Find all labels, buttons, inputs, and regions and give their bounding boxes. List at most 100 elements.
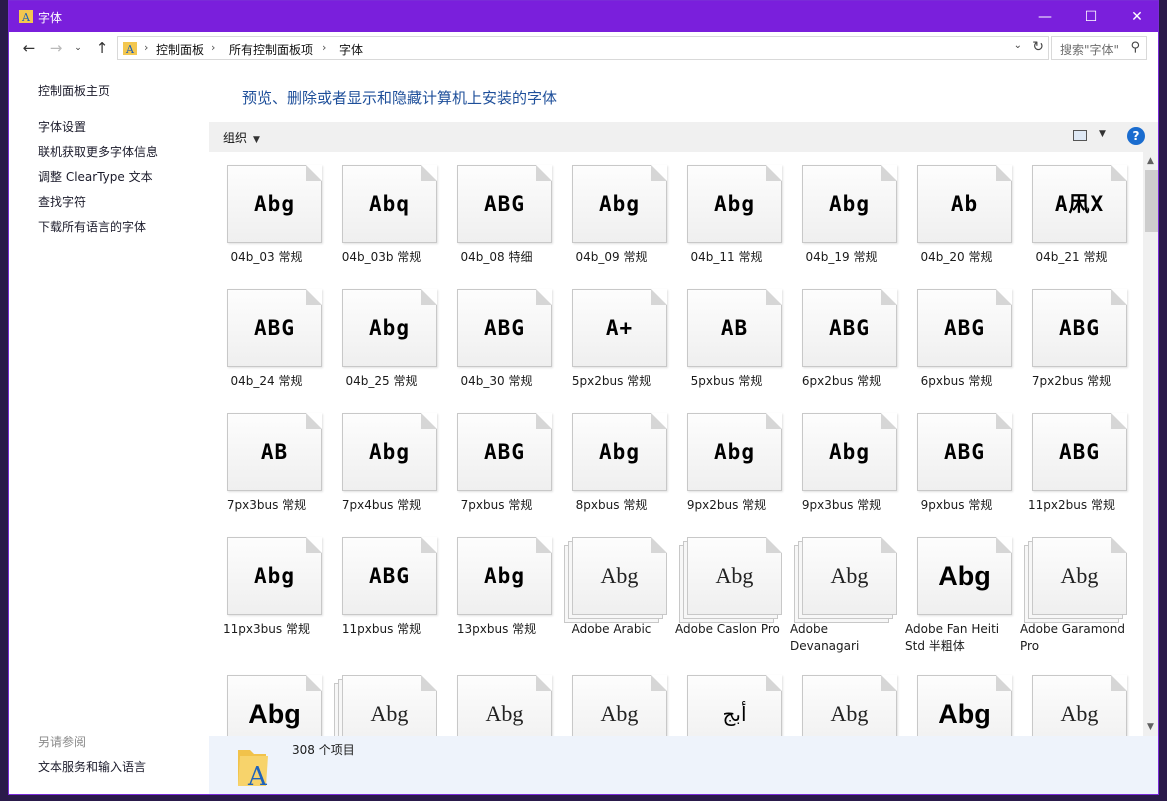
font-tile[interactable]: Abg (1014, 662, 1129, 736)
font-name-label: Adobe Devanagari (790, 622, 860, 653)
font-tile[interactable]: AB 5pxbus 常规 (669, 276, 784, 396)
vertical-scrollbar[interactable]: ▲ ▼ (1143, 152, 1158, 736)
sidebar-link-cleartype[interactable]: 调整 ClearType 文本 (38, 168, 153, 185)
font-name-label: 04b_03 常规 (230, 250, 303, 264)
maximize-button[interactable]: ☐ (1068, 1, 1114, 32)
minimize-button[interactable]: — (1022, 1, 1068, 32)
breadcrumb-fonts[interactable]: 字体 (339, 41, 363, 58)
font-tile[interactable]: Abg 9px2bus 常规 (669, 400, 784, 520)
title-bar[interactable]: A 字体 — ☐ ✕ (9, 1, 1158, 32)
font-tile[interactable]: ABG 11px2bus 常规 (1014, 400, 1129, 520)
font-preview-icon: Abg (227, 537, 322, 615)
font-tile[interactable]: Abq 04b_03b 常规 (324, 152, 439, 272)
sidebar-link-home[interactable]: 控制面板主页 (38, 82, 110, 99)
font-tile[interactable]: Ab 04b_20 常规 (899, 152, 1014, 272)
font-tile[interactable]: أبج (669, 662, 784, 736)
font-sample-text: Abg (938, 560, 991, 591)
font-tile[interactable]: Abg (784, 662, 899, 736)
font-tile[interactable]: Abg 13pxbus 常规 (439, 524, 554, 644)
view-icon[interactable] (1073, 130, 1087, 141)
font-tile[interactable]: Abg 04b_25 常规 (324, 276, 439, 396)
font-name-label: 04b_20 常规 (920, 250, 993, 264)
scrollbar-thumb[interactable] (1145, 170, 1158, 232)
font-preview-icon: ABG (457, 289, 552, 367)
font-sample-text: Abg (600, 701, 639, 726)
font-tile[interactable]: Abg (899, 662, 1014, 736)
font-sample-text: ABG (369, 563, 410, 588)
scroll-up-icon[interactable]: ▲ (1147, 156, 1154, 166)
font-name-label: 04b_09 常规 (575, 250, 648, 264)
font-tile[interactable]: Abg 04b_19 常规 (784, 152, 899, 272)
svg-text:A: A (247, 762, 268, 788)
font-name-label: 11px3bus 常规 (223, 622, 310, 636)
font-tile[interactable]: ABG 7pxbus 常规 (439, 400, 554, 520)
font-preview-icon: ABG (457, 165, 552, 243)
font-folder-icon: A (19, 10, 33, 24)
font-preview-icon: Abg (802, 675, 897, 736)
font-tile[interactable]: ABG 11pxbus 常规 (324, 524, 439, 644)
forward-arrow-icon[interactable]: → (46, 39, 66, 57)
sidebar-link-download-fonts[interactable]: 下载所有语言的字体 (38, 218, 146, 235)
font-tile[interactable]: A凩X 04b_21 常规 (1014, 152, 1129, 272)
font-tile[interactable]: Abg Adobe Devanagari (784, 524, 899, 653)
refresh-icon[interactable]: ↻ (1032, 39, 1044, 55)
search-input[interactable]: 搜索"字体" ⚲ (1051, 36, 1147, 60)
font-preview-icon: Abg (457, 537, 552, 615)
chevron-right-icon[interactable]: › (211, 41, 215, 54)
address-box[interactable]: A › 控制面板 › 所有控制面板项 › 字体 ⌄ ↻ (117, 36, 1049, 60)
font-tile[interactable]: Abg (439, 662, 554, 736)
font-tile[interactable]: Abg Adobe Caslon Pro (669, 524, 784, 644)
font-tile[interactable]: Abg 7px4bus 常规 (324, 400, 439, 520)
font-tile[interactable]: A+ 5px2bus 常规 (554, 276, 669, 396)
font-tile[interactable]: ABG 04b_08 特细 (439, 152, 554, 272)
font-tile[interactable]: ABG 7px2bus 常规 (1014, 276, 1129, 396)
font-tile[interactable]: ABG 9pxbus 常规 (899, 400, 1014, 520)
font-tile[interactable]: Abg 9px3bus 常规 (784, 400, 899, 520)
font-tile[interactable]: Abg (324, 662, 439, 736)
font-tile[interactable]: Abg 04b_03 常规 (209, 152, 324, 272)
font-sample-text: Abg (830, 701, 869, 726)
font-sample-text: ABG (484, 191, 525, 216)
sidebar-link-text-services[interactable]: 文本服务和输入语言 (38, 758, 146, 775)
font-tile[interactable]: Abg 04b_11 常规 (669, 152, 784, 272)
font-tile[interactable]: Abg 8pxbus 常规 (554, 400, 669, 520)
close-button[interactable]: ✕ (1114, 1, 1158, 32)
font-tile[interactable]: ABG 6pxbus 常规 (899, 276, 1014, 396)
scroll-down-icon[interactable]: ▼ (1147, 722, 1154, 732)
font-tile[interactable]: Abg 04b_09 常规 (554, 152, 669, 272)
window-title: 字体 (38, 11, 63, 25)
font-tile[interactable]: ABG 04b_30 常规 (439, 276, 554, 396)
breadcrumb-all-items[interactable]: 所有控制面板项 (229, 41, 313, 58)
help-icon[interactable]: ? (1127, 127, 1145, 145)
chevron-down-icon[interactable]: ⌄ (1014, 40, 1022, 51)
sidebar-link-find-character[interactable]: 查找字符 (38, 193, 86, 210)
font-name-label: 11pxbus 常规 (341, 622, 422, 636)
font-tile[interactable]: Abg (209, 662, 324, 736)
recent-locations-chevron-icon[interactable]: ⌄ (68, 39, 88, 57)
chevron-right-icon[interactable]: › (144, 41, 148, 54)
sidebar-link-font-settings[interactable]: 字体设置 (38, 118, 86, 135)
font-name-label: 5pxbus 常规 (690, 374, 763, 388)
font-tile[interactable]: AB 7px3bus 常规 (209, 400, 324, 520)
up-arrow-icon[interactable]: ↑ (92, 39, 112, 57)
font-preview-icon: Abg (572, 413, 667, 491)
font-sample-text: Abg (369, 315, 410, 340)
font-tile[interactable]: Abg 11px3bus 常规 (209, 524, 324, 644)
font-tile[interactable]: Abg Adobe Arabic (554, 524, 669, 644)
breadcrumb-control-panel[interactable]: 控制面板 (156, 41, 204, 58)
font-tile[interactable]: ABG 04b_24 常规 (209, 276, 324, 396)
chevron-down-icon[interactable]: ▼ (1099, 129, 1106, 139)
back-arrow-icon[interactable]: ← (19, 39, 39, 57)
font-family-preview-icon: Abg (687, 537, 782, 615)
search-icon[interactable]: ⚲ (1130, 40, 1140, 55)
font-tile[interactable]: ABG 6px2bus 常规 (784, 276, 899, 396)
font-sample-text: أبج (722, 702, 747, 726)
item-count: 308 个项目 (292, 743, 355, 757)
font-tile[interactable]: Abg Adobe Garamond Pro (1014, 524, 1129, 653)
chevron-right-icon[interactable]: › (322, 41, 326, 54)
sidebar-link-online-info[interactable]: 联机获取更多字体信息 (38, 143, 158, 160)
font-tile[interactable]: Abg Adobe Fan Heiti Std 半粗体 (899, 524, 1014, 653)
organize-button[interactable]: 组织 ▼ (223, 129, 260, 146)
font-tile[interactable]: Abg (554, 662, 669, 736)
search-placeholder: 搜索"字体" (1060, 43, 1120, 57)
